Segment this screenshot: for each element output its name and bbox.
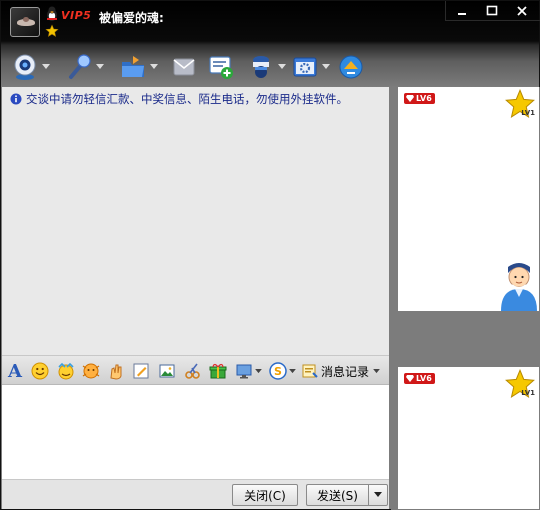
minimize-icon <box>458 13 466 15</box>
diamond-icon <box>406 375 414 382</box>
font-button[interactable]: A <box>5 360 25 382</box>
add-chat-icon <box>209 56 233 79</box>
minimize-button[interactable] <box>447 2 477 20</box>
hand-wave-icon <box>110 364 122 380</box>
contact-name: 被偏爱的魂: <box>99 11 164 25</box>
folder-icon <box>122 56 144 77</box>
sms-icon <box>173 58 195 76</box>
gift-button[interactable] <box>208 361 228 381</box>
image-icon <box>159 364 175 378</box>
contact-avatar[interactable] <box>10 7 40 37</box>
screenshot-button[interactable] <box>183 361 203 381</box>
scissors-icon <box>185 363 200 379</box>
send-image-button[interactable] <box>157 361 177 381</box>
emoji-button[interactable] <box>30 361 50 381</box>
webcam-icon <box>14 54 36 80</box>
gift-icon <box>209 363 227 379</box>
action-bar: 关闭(C) 发送(S) <box>2 479 389 509</box>
chevron-down-icon <box>254 368 262 373</box>
doodle-button[interactable] <box>131 361 151 381</box>
magic-face-icon <box>58 362 74 380</box>
shake-button[interactable] <box>81 361 101 381</box>
chevron-down-icon <box>374 492 382 497</box>
message-history-button[interactable]: 消息记录 <box>302 361 380 381</box>
message-history-label: 消息记录 <box>321 364 370 379</box>
title-bar[interactable]: VIP5 被偏爱的魂: <box>1 1 540 45</box>
maximize-button[interactable] <box>477 2 507 20</box>
chevron-down-icon <box>150 64 158 69</box>
profile-sidebar: LV6 LV1 LV6 LV1 <box>391 87 540 510</box>
self-level-text: LV6 <box>416 374 432 383</box>
vip-badge: VIP5 <box>61 9 92 22</box>
smiley-icon <box>31 362 49 380</box>
settings-window-icon <box>293 57 317 77</box>
svg-text:S: S <box>274 365 282 378</box>
avatar-bird-head <box>23 17 29 22</box>
app-settings-dropdown[interactable] <box>322 63 330 71</box>
app-settings-button[interactable] <box>291 51 330 83</box>
magic-emoji-button[interactable] <box>56 361 76 381</box>
voice-message-button[interactable] <box>106 361 126 381</box>
create-group-button[interactable] <box>207 51 235 83</box>
remote-assist-dropdown[interactable] <box>278 63 286 71</box>
chat-window: VIP5 被偏爱的魂: 交谈中请勿轻信汇款、中奖信息、陌生电话，勿使用外挂软件。… <box>0 0 540 510</box>
video-call-button[interactable] <box>11 51 50 83</box>
close-window-button[interactable] <box>507 2 537 20</box>
chevron-down-icon <box>42 64 50 69</box>
remote-assist-button[interactable] <box>247 51 286 83</box>
microphone-icon <box>69 54 91 79</box>
payment-s-icon: S <box>268 362 287 380</box>
chevron-down-icon <box>322 64 330 69</box>
voice-call-button[interactable] <box>65 51 104 83</box>
message-format-toolbar: A S 消息记录 <box>2 355 389 385</box>
send-file-dropdown[interactable] <box>150 63 158 71</box>
send-button[interactable]: 发送(S) <box>306 484 368 506</box>
self-profile-card[interactable]: LV6 LV1 <box>398 367 539 509</box>
contact-profile-card[interactable]: LV6 LV1 <box>398 87 539 311</box>
diamond-icon <box>406 95 414 102</box>
info-icon <box>10 93 22 105</box>
payment-button[interactable]: S <box>267 361 297 381</box>
main-toolbar <box>1 47 391 87</box>
monitor-icon <box>236 364 251 379</box>
remote-assist-icon <box>253 56 269 78</box>
contact-show-avatar <box>501 263 537 311</box>
security-notice: 交谈中请勿轻信汇款、中奖信息、陌生电话，勿使用外挂软件。 <box>10 91 348 107</box>
history-icon <box>302 364 318 378</box>
contact-star-level: LV1 <box>521 109 535 117</box>
self-star-level: LV1 <box>521 389 535 397</box>
self-level-badge: LV6 <box>404 373 435 384</box>
qq-penguin-icon <box>47 6 57 21</box>
status-star-icon <box>45 24 59 37</box>
send-file-button[interactable] <box>119 51 158 83</box>
video-call-dropdown[interactable] <box>42 63 50 71</box>
close-icon <box>517 6 527 16</box>
shake-face-icon <box>82 363 100 379</box>
font-icon: A <box>8 360 22 382</box>
applications-button[interactable] <box>337 51 365 83</box>
close-button[interactable]: 关闭(C) <box>232 484 298 506</box>
chevron-down-icon <box>373 368 380 373</box>
send-sms-button[interactable] <box>171 51 197 83</box>
message-input[interactable] <box>2 385 389 479</box>
contact-level-text: LV6 <box>416 94 432 103</box>
maximize-icon <box>486 5 498 16</box>
voice-call-dropdown[interactable] <box>96 63 104 71</box>
screen-share-button[interactable] <box>233 361 263 381</box>
app-hub-icon <box>339 55 363 79</box>
send-options-button[interactable] <box>368 484 388 506</box>
contact-level-badge: LV6 <box>404 93 435 104</box>
pencil-icon <box>133 363 149 379</box>
chevron-down-icon <box>278 64 286 69</box>
chevron-down-icon <box>288 368 296 373</box>
chevron-down-icon <box>96 64 104 69</box>
security-notice-text: 交谈中请勿轻信汇款、中奖信息、陌生电话，勿使用外挂软件。 <box>26 92 348 106</box>
chat-history-area[interactable]: 交谈中请勿轻信汇款、中奖信息、陌生电话，勿使用外挂软件。 <box>2 87 389 355</box>
